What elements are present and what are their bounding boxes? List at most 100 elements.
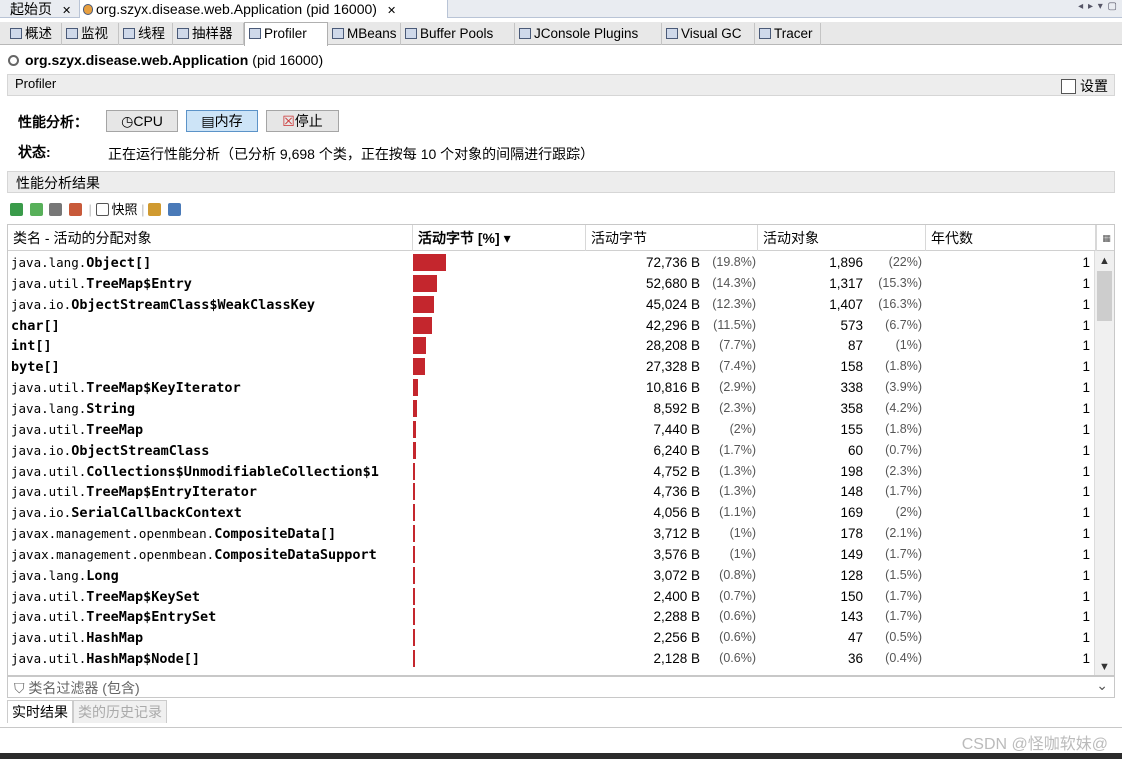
tab-tracer[interactable]: Tracer <box>755 23 821 45</box>
live-objects-value: 178 <box>840 526 863 542</box>
tab-buffer-pools[interactable]: Buffer Pools <box>401 23 515 45</box>
scrollbar-thumb[interactable] <box>1097 271 1112 321</box>
column-live-objects[interactable]: 活动对象 <box>758 225 926 251</box>
tab-live-results[interactable]: 实时结果 <box>7 700 73 723</box>
refresh-icon[interactable] <box>10 203 23 216</box>
live-objects-percent: (2.3%) <box>885 463 922 478</box>
column-selector-icon[interactable]: ▦ <box>1096 225 1114 251</box>
table-row[interactable]: java.util.TreeMap$Entry 52,680 B (14.3%) 1,… <box>8 273 1096 294</box>
save-icon[interactable] <box>167 203 181 216</box>
tab-overview[interactable]: 概述 <box>6 23 62 45</box>
table-row[interactable]: java.lang.Object[] 72,736 B (19.8%) 1,896 (2… <box>8 252 1096 273</box>
monitor-icon <box>66 28 78 39</box>
table-row[interactable]: javax.management.openmbean.CompositeData… <box>8 544 1096 565</box>
live-objects-value: 1,317 <box>829 275 863 291</box>
table-row[interactable]: java.util.HashMap$Node[] 2,128 B (0.6%) 36 (… <box>8 648 1096 669</box>
tab-label: Profiler <box>264 26 307 41</box>
live-bytes-value: 6,240 B <box>653 442 700 458</box>
column-label: 活动字节 <box>591 230 647 246</box>
table-row[interactable]: java.io.SerialCallbackContext 4,056 B (1.1… <box>8 502 1096 523</box>
chevron-down-icon[interactable]: ⌄ <box>1096 677 1108 694</box>
table-row[interactable]: java.lang.String 8,592 B (2.3%) 358 (4.2%) 1 <box>8 398 1096 419</box>
live-objects-percent: (22%) <box>888 255 922 269</box>
vertical-scrollbar[interactable]: ▲ ▼ <box>1094 251 1114 675</box>
table-row[interactable]: java.util.Collections$UnmodifiableCollec… <box>8 461 1096 482</box>
profiler-title: Profiler <box>15 76 57 91</box>
table-row[interactable]: javax.management.openmbean.CompositeData… <box>8 523 1096 544</box>
snapshot-label[interactable]: 快照 <box>112 202 138 217</box>
profiler-icon <box>249 28 261 39</box>
doc-tab-application[interactable]: org.szyx.disease.web.Application (pid 16… <box>80 0 448 18</box>
doc-tab-start-page[interactable]: 起始页 ✕ <box>0 0 80 18</box>
tab-threads[interactable]: 线程 <box>119 23 173 45</box>
class-name: Object[] <box>86 255 152 271</box>
table-row[interactable]: int[] 28,208 B (7.7%) 87 (1%) 1 <box>8 335 1096 356</box>
column-live-bytes-pct[interactable]: 活动字节 [%] ▾ <box>413 225 586 251</box>
snapshot-icon[interactable] <box>95 203 109 216</box>
live-bytes-bar <box>413 462 416 480</box>
table-row[interactable]: java.util.TreeMap$KeySet 2,400 B (0.7%) 150… <box>8 586 1096 607</box>
table-row[interactable]: java.util.TreeMap 7,440 B (2%) 155 (1.8%) 1 <box>8 419 1096 440</box>
tab-mbeans[interactable]: MBeans <box>328 23 401 45</box>
package-name: javax.management.openmbean. <box>11 546 215 562</box>
generations-value: 1 <box>1082 255 1090 270</box>
tab-jconsole[interactable]: JConsole Plugins <box>515 23 662 45</box>
column-generations[interactable]: 年代数 <box>926 225 1096 251</box>
tab-class-history[interactable]: 类的历史记录 <box>73 700 167 723</box>
class-name: int[] <box>11 338 52 355</box>
column-class-name[interactable]: 类名 - 活动的分配对象 <box>8 225 413 251</box>
class-name: char[] <box>11 317 60 334</box>
checkbox-icon[interactable] <box>1061 79 1076 94</box>
table-row[interactable]: java.util.TreeMap$EntrySet 2,288 B (0.6%) 1… <box>8 606 1096 627</box>
window-controls[interactable]: ◂ ▸ ▾ ▢ <box>1078 1 1118 12</box>
live-bytes-percent: (2.3%) <box>719 400 756 415</box>
table-row[interactable]: char[] 42,296 B (11.5%) 573 (6.7%) 1 <box>8 315 1096 336</box>
table-row[interactable]: java.util.TreeMap$KeyIterator 10,816 B (2.… <box>8 377 1096 398</box>
live-bytes-percent: (1.3%) <box>719 463 756 478</box>
class-filter-input[interactable]: ⛉ 类名过滤器 (包含) ⌄ <box>7 676 1115 698</box>
scroll-up-icon[interactable]: ▲ <box>1099 255 1110 267</box>
generations-value: 1 <box>1082 338 1090 354</box>
generations-value: 1 <box>1082 505 1090 521</box>
close-icon[interactable]: ✕ <box>62 5 71 17</box>
tab-sampler[interactable]: 抽样器 <box>173 23 244 45</box>
tab-monitor[interactable]: 监视 <box>62 23 119 45</box>
table-row[interactable]: java.io.ObjectStreamClass 6,240 B (1.7%) 60… <box>8 440 1096 461</box>
class-name-cell: java.util.TreeMap <box>11 419 411 441</box>
table-row[interactable]: java.util.HashMap 2,256 B (0.6%) 47 (0.5%) 1 <box>8 627 1096 648</box>
auto-refresh-icon[interactable] <box>29 203 43 216</box>
live-bytes-bar <box>413 358 426 376</box>
table-row[interactable]: java.io.ObjectStreamClass$WeakClassKey 45… <box>8 294 1096 315</box>
export-icon[interactable] <box>148 203 162 216</box>
live-objects-value: 143 <box>840 609 863 625</box>
tab-profiler[interactable]: Profiler <box>244 22 328 46</box>
live-bytes-bar <box>413 629 415 647</box>
class-name-cell: char[] <box>11 315 411 337</box>
table-row[interactable]: java.util.TreeMap$EntryIterator 4,736 B (1… <box>8 481 1096 502</box>
scroll-down-icon[interactable]: ▼ <box>1099 661 1110 673</box>
column-live-bytes[interactable]: 活动字节 <box>586 225 758 251</box>
dump-icon[interactable] <box>68 203 82 216</box>
package-name: javax.management.openmbean. <box>11 526 215 542</box>
live-bytes-percent: (14.3%) <box>712 275 756 290</box>
live-objects-value: 1,407 <box>829 296 863 312</box>
memory-button[interactable]: ▤内存 <box>186 110 258 132</box>
tab-visual-gc[interactable]: Visual GC <box>662 23 755 45</box>
class-name: HashMap$Node[] <box>86 651 201 668</box>
table-row[interactable]: byte[] 27,328 B (7.4%) 158 (1.8%) 1 <box>8 356 1096 377</box>
cpu-button[interactable]: ◷CPU <box>106 110 178 132</box>
live-objects-percent: (0.5%) <box>885 630 922 645</box>
generations-value: 1 <box>1082 651 1090 667</box>
stop-button[interactable]: ☒停止 <box>266 110 339 132</box>
class-name-cell: java.lang.Long <box>11 565 411 587</box>
tracer-icon <box>759 28 771 39</box>
class-name-cell: int[] <box>11 335 411 357</box>
settings-checkbox[interactable]: 设置 <box>1061 76 1108 96</box>
table-row[interactable]: java.lang.Long 3,072 B (0.8%) 128 (1.5%) 1 <box>8 565 1096 586</box>
generations-value: 1 <box>1082 275 1090 291</box>
trash-icon[interactable] <box>49 203 63 216</box>
live-objects-percent: (2%) <box>895 505 922 520</box>
close-icon[interactable]: ✕ <box>387 5 396 17</box>
live-bytes-value: 3,072 B <box>653 567 700 583</box>
status-text: 正在运行性能分析（已分析 9,698 个类，正在按每 10 个对象的间隔进行跟踪… <box>108 146 595 162</box>
